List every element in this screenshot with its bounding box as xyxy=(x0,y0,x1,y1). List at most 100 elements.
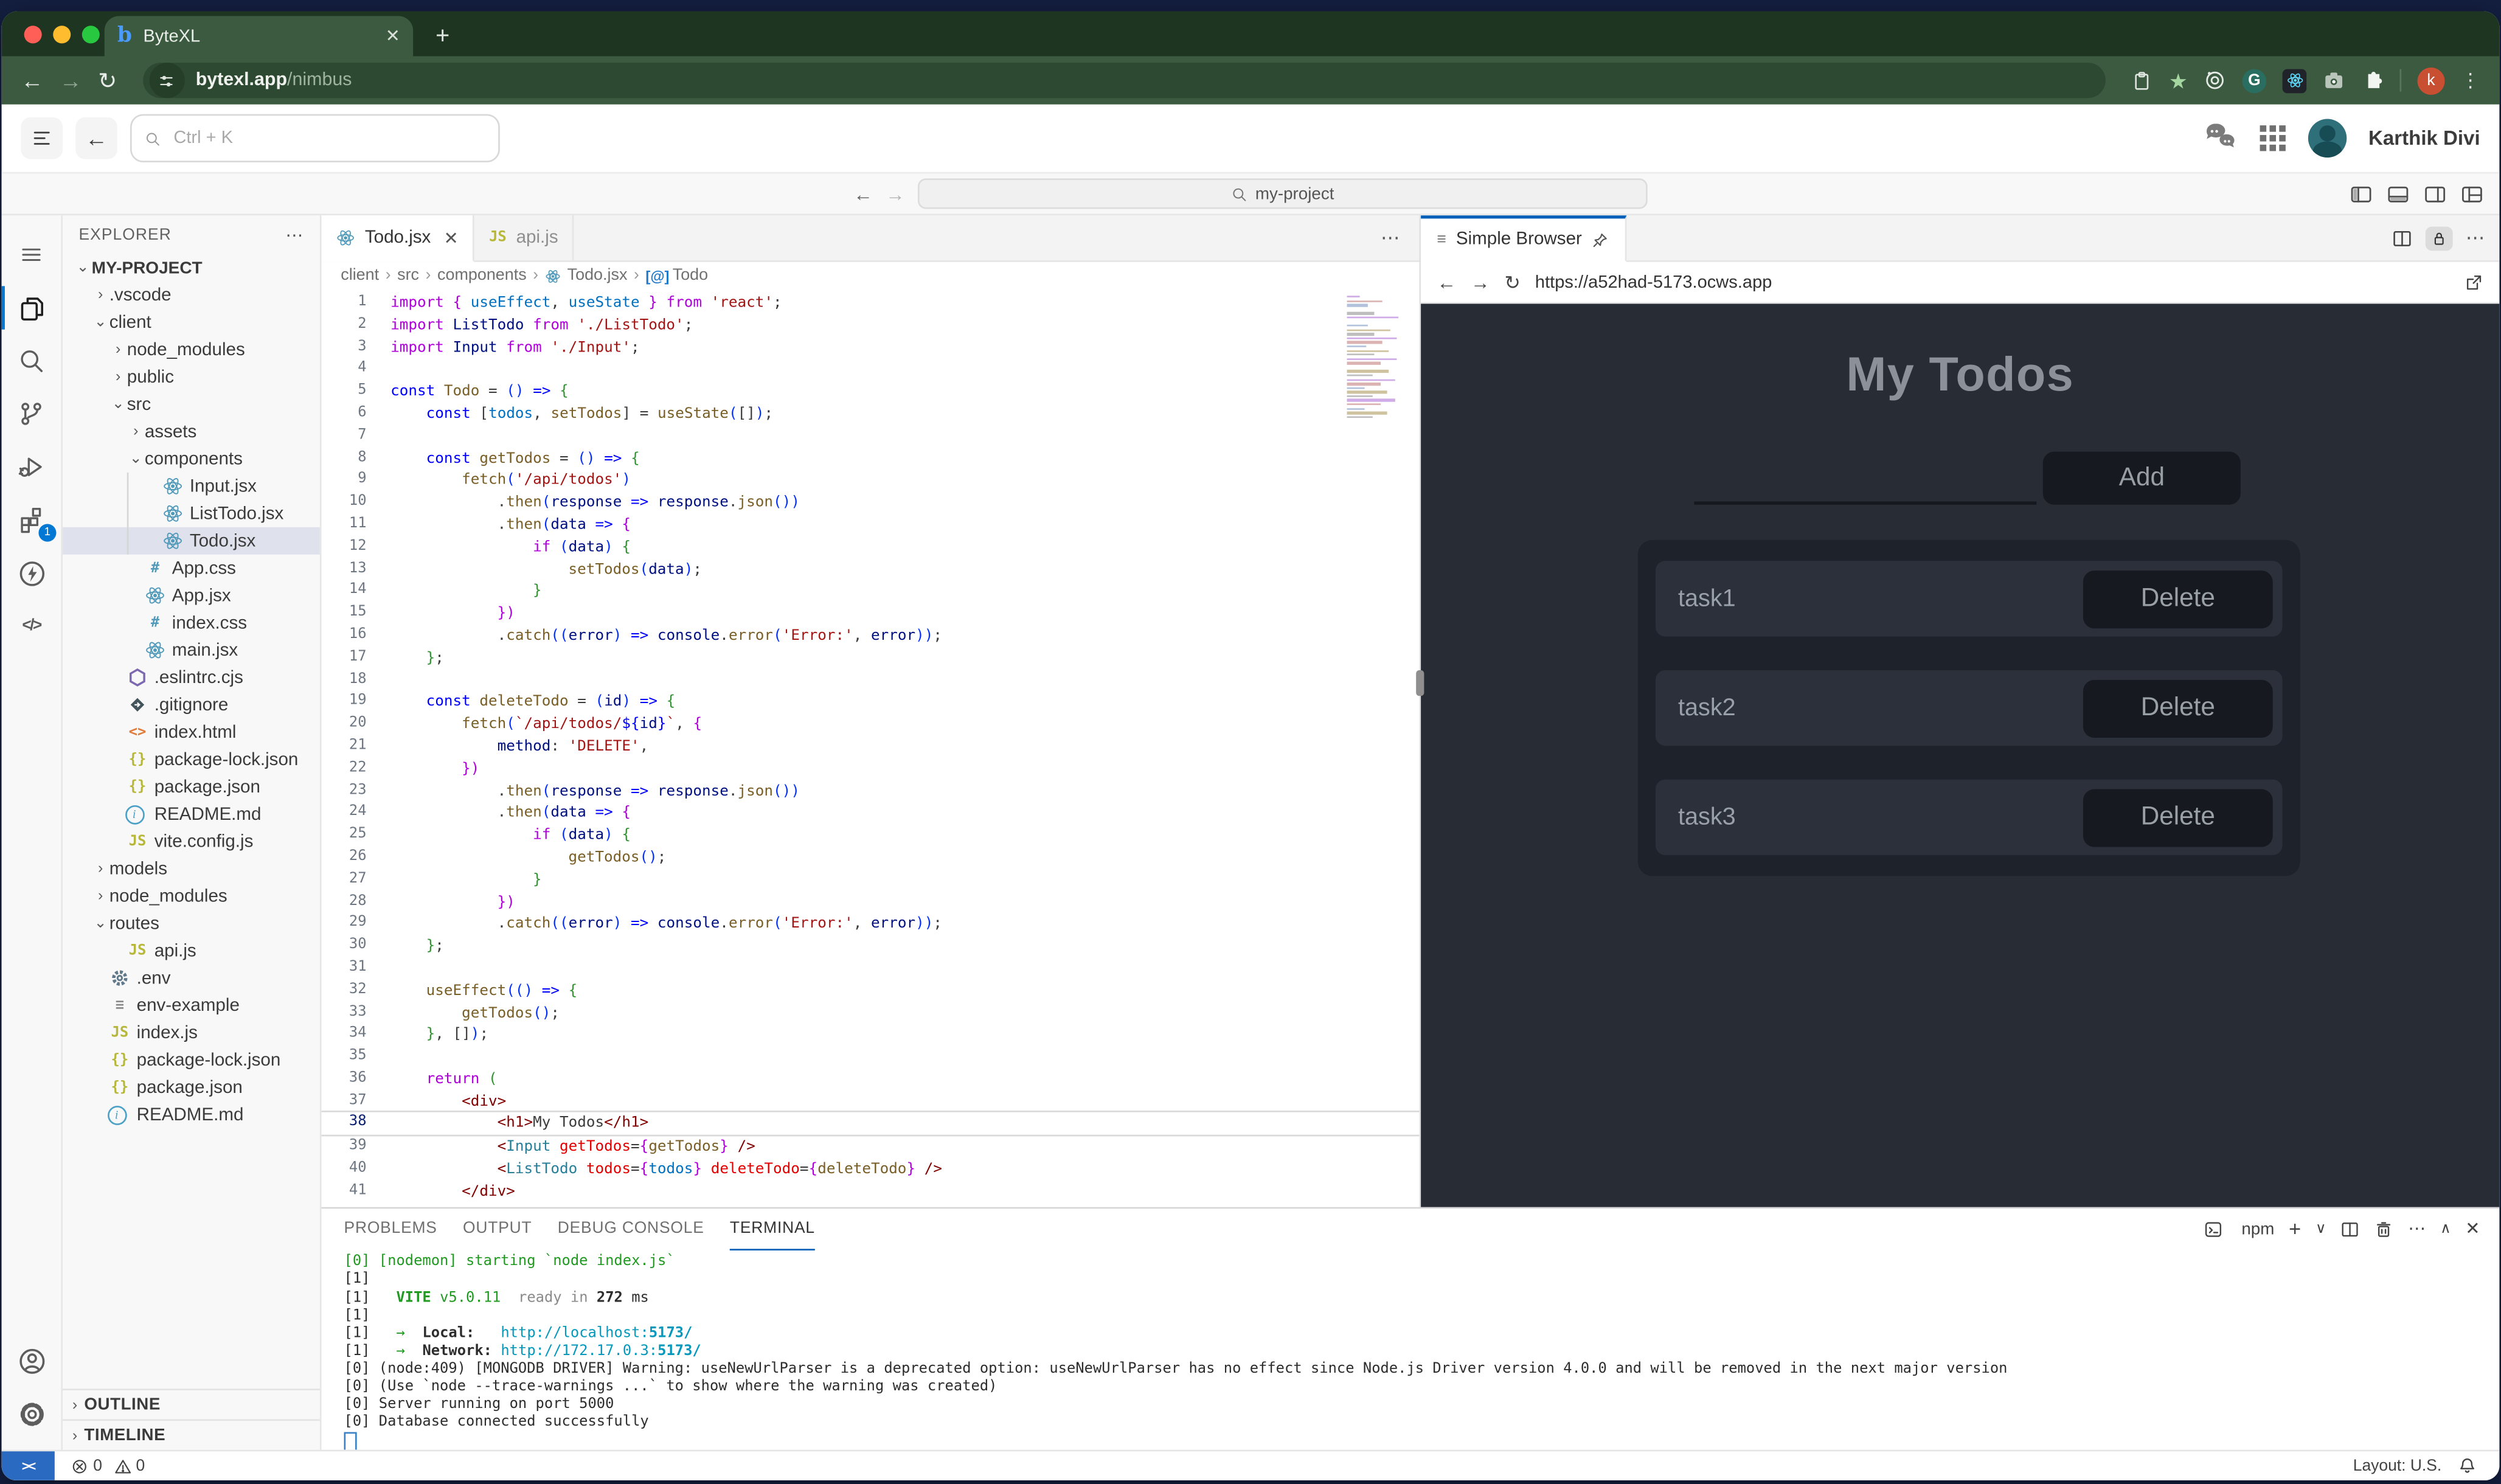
code-line-26[interactable]: 26 getTodos(); xyxy=(322,847,1420,869)
tree-item-readme-md[interactable]: iREADME.md xyxy=(63,1101,320,1128)
tree-item-node-modules[interactable]: ›node_modules xyxy=(63,882,320,910)
breadcrumb-item[interactable]: src xyxy=(397,267,419,285)
tab-simple-browser[interactable]: ≡ Simple Browser xyxy=(1421,215,1627,262)
code-editor[interactable]: 1import { useEffect, useState } from 're… xyxy=(322,290,1420,1208)
tree-item-assets[interactable]: ›assets xyxy=(63,418,320,445)
tree-item-readme-md[interactable]: iREADME.md xyxy=(63,800,320,828)
tree-item-vite-config-js[interactable]: JSvite.config.js xyxy=(63,828,320,855)
browser-menu-icon[interactable]: ⋮ xyxy=(2461,69,2480,92)
toggle-panel-icon[interactable] xyxy=(2387,182,2409,205)
code-line-27[interactable]: 27 } xyxy=(322,869,1420,891)
maximize-panel-icon[interactable]: ∧ xyxy=(2440,1221,2451,1238)
code-line-40[interactable]: 40 <ListTodo todos={todos} deleteTodo={d… xyxy=(322,1159,1420,1181)
sb-reload-icon[interactable]: ↻ xyxy=(1505,271,1521,293)
maximize-window-icon[interactable] xyxy=(82,26,100,43)
customize-layout-icon[interactable] xyxy=(2461,182,2483,205)
browser-tab[interactable]: b ByteXL ✕ xyxy=(105,16,413,56)
tree-item-input-jsx[interactable]: Input.jsx xyxy=(63,473,320,500)
code-line-11[interactable]: 11 .then(data => { xyxy=(322,515,1420,536)
search-activity-icon[interactable] xyxy=(2,335,61,387)
delete-todo-button[interactable]: Delete xyxy=(2083,570,2273,628)
tree-item--vscode[interactable]: ›.vscode xyxy=(63,281,320,308)
code-line-10[interactable]: 10 .then(response => response.json()) xyxy=(322,492,1420,514)
code-line-41[interactable]: 41 </div> xyxy=(322,1181,1420,1203)
code-line-23[interactable]: 23 .then(response => response.json()) xyxy=(322,780,1420,802)
code-line-3[interactable]: 3import Input from './Input'; xyxy=(322,337,1420,359)
code-line-12[interactable]: 12 if (data) { xyxy=(322,536,1420,558)
minimap[interactable] xyxy=(1347,296,1408,428)
tree-item-index-html[interactable]: <>index.html xyxy=(63,718,320,746)
code-line-8[interactable]: 8 const getTodos = () => { xyxy=(322,448,1420,470)
tree-item-package-lock-json[interactable]: {}package-lock.json xyxy=(63,1046,320,1073)
tree-item-index-css[interactable]: #index.css xyxy=(63,609,320,637)
code-line-6[interactable]: 6 const [todos, setTodos] = useState([])… xyxy=(322,403,1420,425)
breadcrumb-item[interactable]: [@]Todo xyxy=(645,267,708,285)
url-text[interactable]: bytexl.app/nimbus xyxy=(196,71,352,90)
breadcrumb-item[interactable]: components xyxy=(437,267,527,285)
user-avatar[interactable] xyxy=(2308,119,2346,158)
sb-url[interactable]: https://a52had-5173.ocws.app xyxy=(1535,272,1772,292)
code-line-30[interactable]: 30 }; xyxy=(322,935,1420,957)
panel-more-icon[interactable]: ⋯ xyxy=(2466,227,2485,249)
code-line-32[interactable]: 32 useEffect(() => { xyxy=(322,980,1420,1002)
tree-item-public[interactable]: ›public xyxy=(63,363,320,390)
keyboard-layout[interactable]: Layout: U.S. xyxy=(2353,1458,2441,1475)
tree-item-src[interactable]: ⌄src xyxy=(63,390,320,418)
code-line-34[interactable]: 34 }, []); xyxy=(322,1024,1420,1046)
run-debug-icon[interactable] xyxy=(2,440,61,493)
minimize-window-icon[interactable] xyxy=(53,26,71,43)
code-line-25[interactable]: 25 if (data) { xyxy=(322,825,1420,847)
react-devtools-icon[interactable] xyxy=(2283,68,2307,92)
tree-item-models[interactable]: ›models xyxy=(63,855,320,882)
tree-item-my-project[interactable]: ⌄MY-PROJECT xyxy=(63,254,320,282)
bookmark-star-icon[interactable]: ★ xyxy=(2169,70,2188,91)
extensions-puzzle-icon[interactable] xyxy=(2361,69,2384,92)
code-line-4[interactable]: 4 xyxy=(322,359,1420,381)
split-terminal-icon[interactable] xyxy=(2340,1219,2360,1239)
tree-item-app-css[interactable]: #App.css xyxy=(63,555,320,582)
terminal-dropdown-icon[interactable]: ∨ xyxy=(2315,1221,2326,1238)
command-center-pill[interactable]: my-project xyxy=(918,178,1648,209)
tree-item-package-json[interactable]: {}package.json xyxy=(63,1073,320,1101)
code-line-1[interactable]: 1import { useEffect, useState } from 're… xyxy=(322,293,1420,314)
code-line-31[interactable]: 31 xyxy=(322,958,1420,980)
tree-item-todo-jsx[interactable]: Todo.jsx xyxy=(63,527,320,555)
code-line-14[interactable]: 14 } xyxy=(322,581,1420,603)
browser-profile-avatar[interactable]: k xyxy=(2418,67,2445,94)
code-line-33[interactable]: 33 getTodos(); xyxy=(322,1002,1420,1024)
toggle-secondary-sidebar-icon[interactable] xyxy=(2424,182,2446,205)
close-tab-icon[interactable]: ✕ xyxy=(444,227,459,248)
breadcrumb-item[interactable]: Todo.jsx xyxy=(545,267,628,285)
code-line-18[interactable]: 18 xyxy=(322,670,1420,692)
code-line-16[interactable]: 16 .catch((error) => console.error('Erro… xyxy=(322,625,1420,647)
close-window-icon[interactable] xyxy=(24,26,42,43)
tree-item-routes[interactable]: ⌄routes xyxy=(63,910,320,937)
code-line-5[interactable]: 5const Todo = () => { xyxy=(322,381,1420,403)
outline-section[interactable]: ›OUTLINE xyxy=(63,1389,320,1420)
browser-forward-icon[interactable]: → xyxy=(60,68,82,93)
accounts-icon[interactable] xyxy=(2,1334,61,1387)
breadcrumb-item[interactable]: client xyxy=(341,267,379,285)
open-external-icon[interactable] xyxy=(2464,272,2483,292)
tree-item--eslintrc-cjs[interactable]: .eslintrc.cjs xyxy=(63,664,320,691)
code-line-9[interactable]: 9 fetch('/api/todos') xyxy=(322,470,1420,492)
delete-todo-button[interactable]: Delete xyxy=(2083,679,2273,737)
panel-more-icon[interactable]: ⋯ xyxy=(2408,1219,2426,1240)
tab-close-icon[interactable]: ✕ xyxy=(386,26,400,46)
clipboard-icon[interactable] xyxy=(2132,70,2152,91)
add-todo-button[interactable]: Add xyxy=(2043,452,2241,505)
code-line-20[interactable]: 20 fetch(`/api/todos/${id}`, { xyxy=(322,714,1420,736)
back-button[interactable]: ← xyxy=(75,117,117,159)
notifications-bell-icon[interactable] xyxy=(2458,1457,2477,1476)
tree-item-node-modules[interactable]: ›node_modules xyxy=(63,336,320,363)
new-tab-button[interactable]: + xyxy=(435,23,449,50)
tree-item--gitignore[interactable]: .gitignore xyxy=(63,691,320,718)
site-settings-icon[interactable] xyxy=(149,63,184,98)
code-line-39[interactable]: 39 <Input getTodos={getTodos} /> xyxy=(322,1137,1420,1159)
code-line-15[interactable]: 15 }) xyxy=(322,603,1420,625)
tree-item-index-js[interactable]: JSindex.js xyxy=(63,1019,320,1046)
lock-icon[interactable] xyxy=(2426,226,2453,250)
chat-support-icon[interactable] xyxy=(2203,123,2236,153)
code-line-19[interactable]: 19 const deleteTodo = (id) => { xyxy=(322,692,1420,713)
code-line-13[interactable]: 13 setTodos(data); xyxy=(322,558,1420,580)
